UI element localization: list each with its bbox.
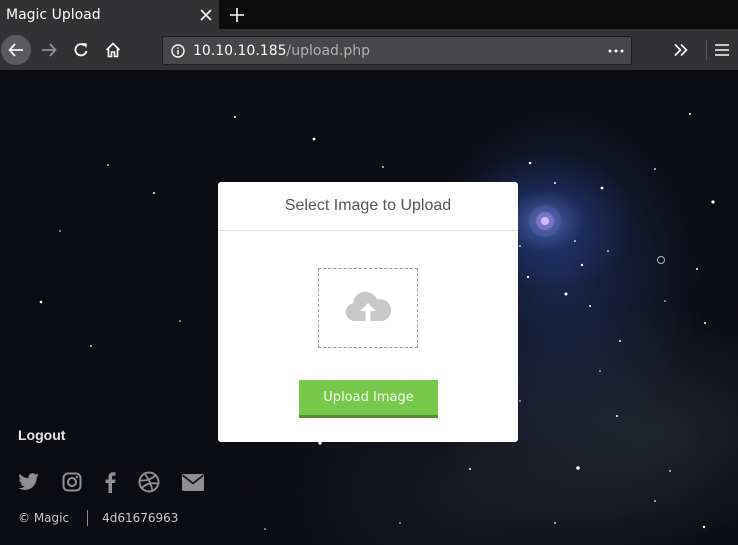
dribbble-icon[interactable] [138, 471, 160, 493]
ellipsis-icon[interactable] [601, 37, 631, 64]
home-icon[interactable] [98, 35, 128, 65]
footer-separator [87, 510, 89, 526]
logout-link[interactable]: Logout [18, 427, 65, 443]
info-icon[interactable] [163, 37, 193, 64]
facebook-icon[interactable] [104, 471, 116, 493]
page-content: Select Image to Upload Upload Image Logo… [0, 71, 738, 545]
copyright-text: © Magic [18, 511, 70, 525]
arrow-right-icon[interactable] [34, 35, 64, 65]
tab-title: Magic Upload [6, 6, 101, 23]
browser-tab[interactable]: Magic Upload [0, 0, 219, 29]
twitter-icon[interactable] [18, 473, 40, 491]
footer: © Magic 4d61676963 [18, 509, 178, 527]
instagram-icon[interactable] [62, 472, 82, 492]
url-text: 10.10.10.185/upload.php [193, 43, 601, 59]
social-links [18, 469, 204, 495]
url-host: 10.10.10.185 [193, 42, 287, 59]
close-icon[interactable] [193, 0, 219, 29]
plus-icon[interactable] [223, 0, 251, 29]
double-chevron-right-icon[interactable] [666, 35, 696, 65]
tab-strip: Magic Upload [0, 0, 738, 29]
url-bar[interactable]: 10.10.10.185/upload.php [162, 36, 632, 65]
envelope-icon[interactable] [182, 473, 204, 491]
upload-card: Select Image to Upload Upload Image [218, 182, 518, 442]
footer-code: 4d61676963 [102, 511, 179, 525]
arrow-left-icon[interactable] [1, 35, 31, 65]
card-title: Select Image to Upload [218, 182, 518, 231]
upload-dropzone[interactable] [318, 268, 418, 348]
reload-icon[interactable] [66, 35, 96, 65]
cloud-upload-icon [343, 290, 393, 326]
url-path: /upload.php [286, 42, 371, 59]
hamburger-menu-icon[interactable] [707, 35, 737, 65]
upload-image-button[interactable]: Upload Image [299, 380, 438, 418]
